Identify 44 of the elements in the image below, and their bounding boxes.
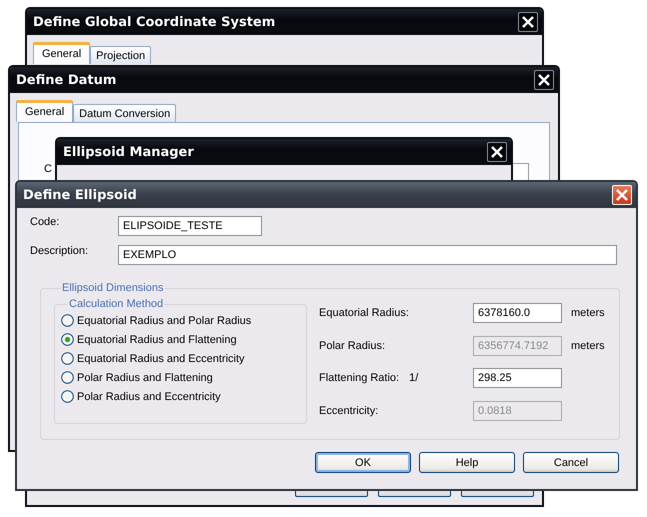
close-icon bbox=[491, 146, 503, 158]
radio-label[interactable]: Polar Radius and Flattening bbox=[77, 372, 213, 384]
group-title: Ellipsoid Dimensions bbox=[61, 282, 164, 294]
field-label: Eccentricity: bbox=[319, 405, 378, 418]
input-field[interactable]: ELIPSOIDE_TESTE bbox=[118, 216, 262, 236]
tab[interactable]: Datum Conversion bbox=[73, 104, 176, 122]
radio-label[interactable]: Equatorial Radius and Eccentricity bbox=[77, 352, 245, 364]
dialog-button[interactable]: OK bbox=[315, 452, 411, 473]
input-field[interactable]: 298.25 bbox=[473, 368, 562, 388]
radio-button[interactable] bbox=[61, 314, 74, 327]
close-icon bbox=[538, 74, 550, 86]
field-label: Code: bbox=[30, 216, 60, 228]
close-icon bbox=[616, 189, 628, 201]
input-field[interactable]: 6378160.0 bbox=[473, 302, 562, 323]
window-title: Ellipsoid Manager bbox=[63, 144, 194, 160]
unit-label: meters bbox=[571, 306, 605, 319]
dialog-button[interactable]: Help bbox=[419, 452, 515, 473]
tab[interactable]: General bbox=[33, 42, 90, 64]
field-label: C bbox=[44, 163, 52, 175]
unit-label: meters bbox=[571, 340, 605, 352]
field-label: Flattening Ratio: bbox=[319, 372, 400, 384]
close-button[interactable] bbox=[518, 12, 538, 32]
field-label: Equatorial Radius: bbox=[319, 306, 409, 319]
close-icon bbox=[522, 16, 534, 28]
radio-button[interactable] bbox=[61, 390, 74, 403]
window-title: Define Ellipsoid bbox=[23, 188, 137, 202]
window-title: Define Global Coordinate System bbox=[33, 14, 276, 30]
dialog-button[interactable]: Cancel bbox=[523, 452, 619, 473]
tab[interactable]: Projection bbox=[90, 46, 152, 64]
radio-button[interactable] bbox=[61, 333, 74, 346]
radio-label[interactable]: Equatorial Radius and Flattening bbox=[77, 334, 237, 346]
close-button[interactable] bbox=[534, 70, 554, 90]
field-label: Polar Radius: bbox=[319, 340, 386, 352]
close-button[interactable] bbox=[487, 142, 507, 162]
radio-label[interactable]: Polar Radius and Eccentricity bbox=[77, 390, 221, 402]
window-title: Define Datum bbox=[16, 72, 116, 88]
radio-label[interactable]: Equatorial Radius and Polar Radius bbox=[77, 314, 252, 326]
tab[interactable]: General bbox=[16, 100, 74, 122]
radio-button[interactable] bbox=[61, 352, 74, 365]
field-label: Description: bbox=[30, 245, 90, 257]
field-label: 1/ bbox=[409, 372, 418, 384]
input-field[interactable]: EXEMPLO bbox=[118, 245, 617, 265]
group-title: Calculation Method bbox=[68, 298, 164, 310]
radio-button[interactable] bbox=[61, 371, 74, 384]
